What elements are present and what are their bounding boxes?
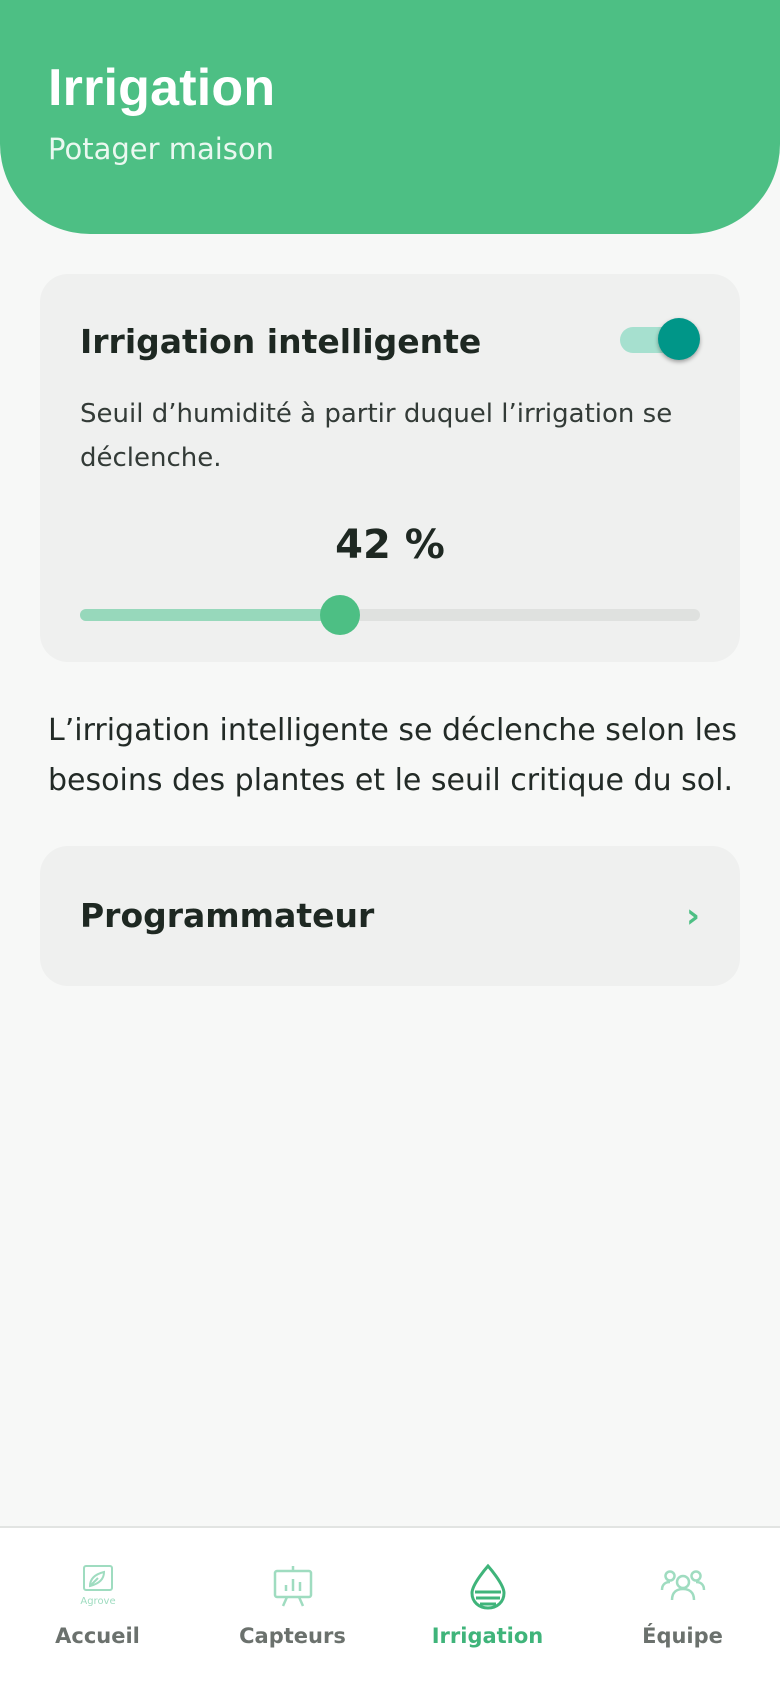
slider-thumb[interactable]: [320, 595, 361, 635]
nav-item-equipe[interactable]: Équipe: [585, 1528, 780, 1690]
slider-fill: [80, 609, 341, 621]
agrove-logo-icon: Agrove: [80, 1565, 115, 1607]
threshold-value: 42 %: [335, 522, 445, 568]
nav-item-accueil[interactable]: Agrove Accueil: [0, 1528, 195, 1690]
nav-label: Accueil: [55, 1624, 140, 1648]
page-title: Irrigation: [48, 59, 276, 117]
nav-item-capteurs[interactable]: Capteurs: [195, 1528, 390, 1690]
header: Irrigation Potager maison: [0, 0, 780, 234]
nav-label: Capteurs: [239, 1624, 346, 1648]
water-drop-icon: [469, 1563, 506, 1610]
agrove-logo-text: Agrove: [80, 1596, 115, 1607]
smart-irrigation-card: Irrigation intelligente Seuil d’humidité…: [40, 274, 740, 662]
threshold-slider[interactable]: [80, 595, 700, 635]
nav-item-irrigation[interactable]: Irrigation: [390, 1528, 585, 1690]
programmer-row[interactable]: Programmateur ›: [40, 846, 740, 986]
bottom-nav: Agrove Accueil Capteurs Irrigation Équip…: [0, 1526, 780, 1690]
smart-irrigation-title: Irrigation intelligente: [80, 322, 482, 361]
nav-label: Équipe: [642, 1624, 723, 1648]
threshold-description: Seuil d’humidité à partir duquel l’irrig…: [80, 399, 673, 473]
nav-label: Irrigation: [431, 1624, 544, 1648]
smart-irrigation-toggle[interactable]: [620, 318, 700, 360]
programmer-label: Programmateur: [80, 896, 375, 935]
chevron-right-icon: ›: [685, 896, 700, 936]
chart-board-icon: [273, 1566, 312, 1607]
irrigation-info-text: L’irrigation intelligente se déclenche s…: [48, 713, 738, 798]
team-icon: [660, 1570, 705, 1601]
page-subtitle: Potager maison: [48, 132, 275, 166]
irrigation-screen: Irrigation Potager maison Irrigation int…: [0, 0, 780, 1690]
toggle-knob: [658, 318, 700, 360]
